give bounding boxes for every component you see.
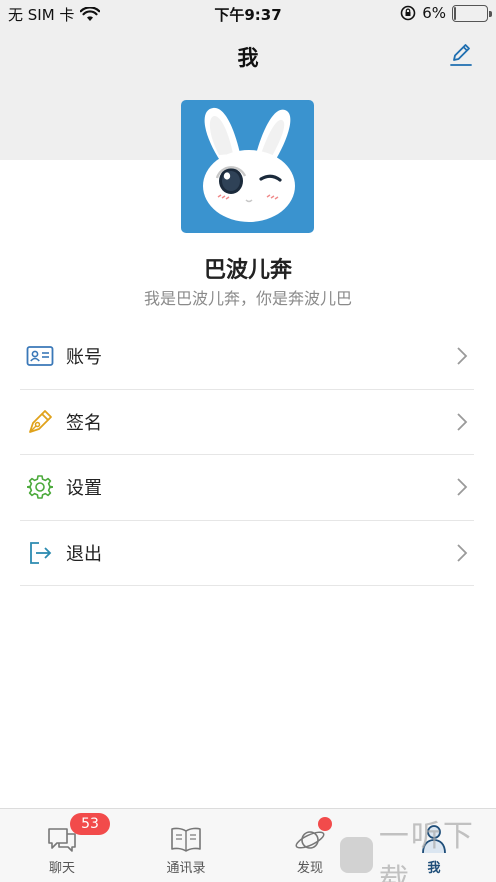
menu-item-label: 签名 [66, 412, 102, 434]
chevron-right-icon [457, 478, 468, 496]
menu-item-label: 退出 [66, 543, 102, 565]
edit-pencil-icon [450, 44, 472, 66]
tab-chat[interactable]: 聊天 53 [0, 809, 124, 882]
chevron-right-icon [457, 544, 468, 562]
settings-menu: 账号 签名 设置 退出 [20, 324, 474, 586]
gear-icon [26, 473, 54, 501]
avatar[interactable] [181, 100, 314, 233]
tab-label: 聊天 [48, 861, 75, 876]
profile-signature: 我是巴波儿奔，你是奔波儿巴 [143, 289, 352, 308]
battery-level [454, 6, 457, 20]
rotation-lock-icon [400, 5, 416, 21]
chevron-right-icon [457, 413, 468, 431]
tab-label: 发现 [296, 861, 323, 876]
menu-item-signature[interactable]: 签名 [20, 390, 474, 455]
menu-item-settings[interactable]: 设置 [20, 455, 474, 521]
status-bar: 无 SIM 卡 下午9:37 6% [0, 0, 496, 28]
battery-percent: 6% [422, 4, 446, 22]
edit-profile-button[interactable] [448, 42, 474, 68]
logout-icon [26, 539, 54, 567]
menu-item-logout[interactable]: 退出 [20, 521, 474, 586]
id-card-icon [26, 342, 54, 370]
page-title: 我 [237, 46, 259, 70]
tab-label: 通讯录 [166, 861, 206, 876]
battery-icon [452, 4, 492, 22]
unread-badge: 53 [70, 813, 110, 835]
new-content-dot [318, 817, 332, 831]
open-book-icon [171, 827, 201, 852]
menu-item-account[interactable]: 账号 [20, 324, 474, 390]
tab-contacts[interactable]: 通讯录 [124, 809, 248, 882]
watermark-text: 一听下载 [378, 819, 475, 882]
rabbit-avatar-icon [203, 107, 295, 222]
chevron-right-icon [457, 347, 468, 365]
status-right: 6% [400, 4, 492, 22]
watermark: 一听下载 [334, 819, 496, 882]
profile-name: 巴波儿奔 [203, 258, 292, 283]
pen-nib-icon [26, 408, 54, 436]
me-screen: 无 SIM 卡 下午9:37 6% 我 巴波儿奔 我是巴波儿奔，你是奔波儿巴 账… [0, 0, 496, 882]
watermark-logo-icon [340, 837, 373, 873]
menu-item-label: 账号 [66, 347, 102, 369]
menu-item-label: 设置 [66, 478, 102, 500]
